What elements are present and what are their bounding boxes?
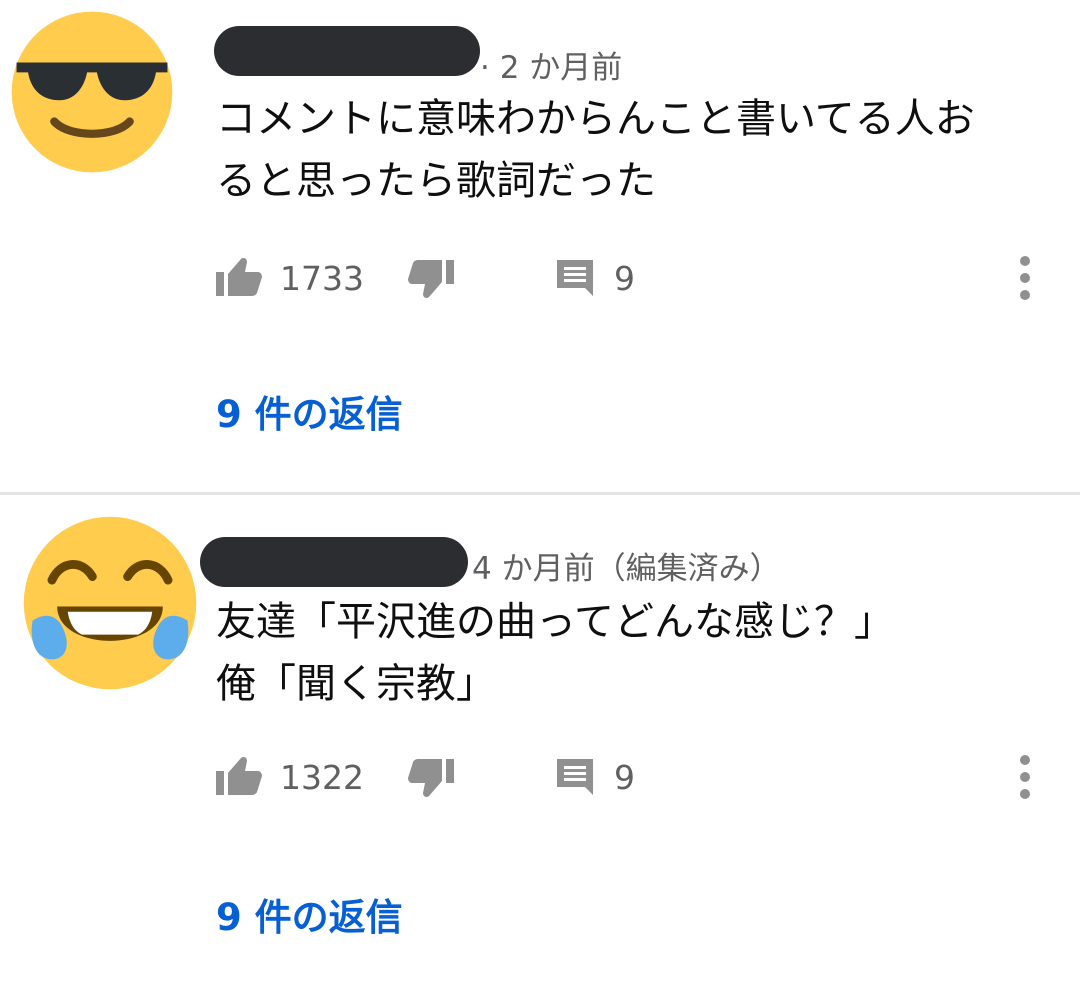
comments-list: · 2 か月前 コメントに意味わからんこと書いてる人お ると思ったら歌詞だった … — [0, 0, 1080, 993]
dislike-button[interactable] — [408, 747, 454, 807]
redacted-username[interactable] — [200, 537, 468, 587]
comment-time: 2 か月前 — [499, 50, 623, 86]
meta-separator: · — [480, 50, 490, 86]
comment-actions: 1322 9 — [0, 747, 1080, 807]
thumbs-up-icon — [216, 258, 262, 296]
view-replies-link[interactable]: 9 件の返信 — [216, 384, 403, 438]
reply-button[interactable]: 9 — [554, 747, 635, 807]
view-replies-link[interactable]: 9 件の返信 — [216, 887, 403, 941]
comment-actions: 1733 9 — [0, 248, 1080, 308]
comment-text-line: 友達「平沢進の曲ってどんな感じ？」 — [216, 599, 894, 645]
thumbs-down-icon — [408, 260, 454, 298]
reply-count: 9 — [614, 757, 635, 797]
more-vertical-icon — [1020, 256, 1030, 300]
comment-text-line: 俺「聞く宗教」 — [216, 661, 496, 707]
like-button[interactable]: 1322 — [216, 747, 364, 807]
comment-text-line: ると思ったら歌詞だった — [216, 158, 656, 204]
reply-count: 9 — [614, 258, 635, 298]
thumbs-down-icon — [408, 759, 454, 797]
dislike-button[interactable] — [408, 248, 454, 308]
sunglasses-face-emoji-icon[interactable] — [10, 10, 174, 174]
like-button[interactable]: 1733 — [216, 248, 364, 308]
comment-thread: 4 か月前（編集済み） 友達「平沢進の曲ってどんな感じ？」 俺「聞く宗教」 13… — [0, 495, 1080, 993]
more-vertical-icon — [1020, 755, 1030, 799]
comment-icon — [557, 759, 593, 795]
comment-timestamp: · 2 か月前 — [480, 42, 622, 87]
comment-icon — [557, 260, 593, 296]
comment-timestamp: 4 か月前（編集済み） — [472, 551, 781, 587]
thumbs-up-icon — [216, 757, 262, 795]
more-options-button[interactable] — [1010, 747, 1040, 807]
comment-text-line: コメントに意味わからんこと書いてる人お — [216, 96, 975, 142]
redacted-username[interactable] — [214, 26, 480, 76]
like-count: 1322 — [280, 757, 364, 797]
comment-thread: · 2 か月前 コメントに意味わからんこと書いてる人お ると思ったら歌詞だった … — [0, 0, 1080, 492]
more-options-button[interactable] — [1010, 248, 1040, 308]
tears-of-joy-emoji-icon[interactable] — [22, 515, 198, 691]
comment-text: コメントに意味わからんこと書いてる人お ると思ったら歌詞だった — [216, 88, 975, 212]
like-count: 1733 — [280, 258, 364, 298]
reply-button[interactable]: 9 — [554, 248, 635, 308]
comment-text: 友達「平沢進の曲ってどんな感じ？」 俺「聞く宗教」 — [216, 591, 894, 715]
